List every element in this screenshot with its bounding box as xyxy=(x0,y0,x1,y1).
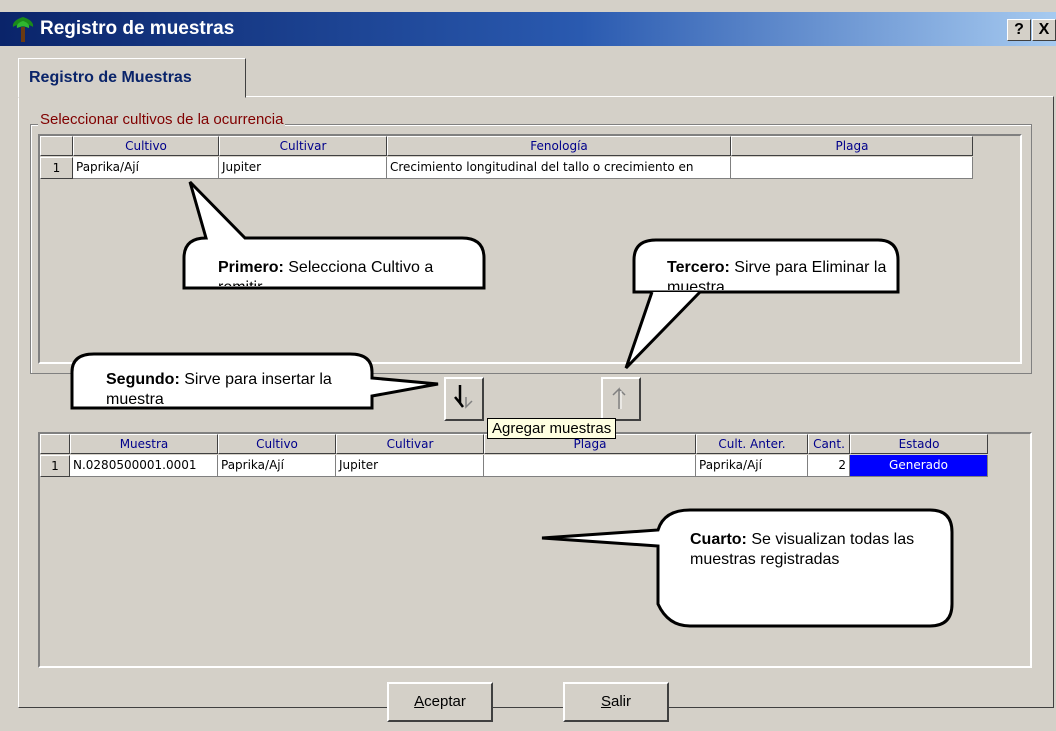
callout-tercero: Tercero: Sirve para Eliminar la muestra xyxy=(667,258,887,290)
cell-cultivo[interactable]: Paprika/Ají xyxy=(73,157,219,179)
tooltip: Agregar muestras xyxy=(487,418,617,439)
arrow-up-icon xyxy=(612,387,626,409)
close-button[interactable]: X xyxy=(1032,19,1056,41)
callout-segundo: Segundo: Sirve para insertar la muestra xyxy=(106,370,356,406)
group-label: Seleccionar cultivos de la ocurrencia xyxy=(38,111,286,128)
row-number: 1 xyxy=(40,157,73,179)
row-number: 1 xyxy=(40,455,70,477)
accept-mnemonic: A xyxy=(414,693,425,710)
exit-label: alir xyxy=(611,693,632,710)
callout-primero-title: Primero: xyxy=(218,259,284,276)
cell-cantidad[interactable]: 2 xyxy=(808,455,850,477)
header-cell[interactable]: Fenología xyxy=(387,136,731,156)
status-badge[interactable]: Generado xyxy=(850,455,988,477)
crop-grid-header: Cultivo Cultivar Fenología Plaga xyxy=(40,136,973,156)
cell-muestra[interactable]: N.0280500001.0001 xyxy=(70,455,218,477)
table-row[interactable]: 1 N.0280500001.0001 Paprika/Ají Jupiter … xyxy=(40,455,988,477)
accept-label: ceptar xyxy=(424,693,466,710)
remove-sample-button[interactable] xyxy=(601,377,641,421)
header-cell xyxy=(40,136,73,156)
cell-cultivar[interactable]: Jupiter xyxy=(219,157,387,179)
tab-registro-muestras[interactable]: Registro de Muestras xyxy=(18,58,246,98)
callout-cuarto-title: Cuarto: xyxy=(690,531,747,548)
exit-mnemonic: S xyxy=(600,693,611,710)
accept-button[interactable]: Aceptar xyxy=(387,682,493,722)
header-cell[interactable]: Muestra xyxy=(70,434,218,454)
exit-button[interactable]: Salir xyxy=(563,682,669,722)
help-button[interactable]: ? xyxy=(1007,19,1031,41)
cell-fenologia[interactable]: Crecimiento longitudinal del tallo o cre… xyxy=(387,157,731,179)
dialog-window: Registro de muestras ? X Registro de Mue… xyxy=(0,0,1056,731)
arrow-down-icon xyxy=(454,385,473,409)
add-sample-button[interactable] xyxy=(444,377,484,421)
header-cell[interactable]: Estado xyxy=(850,434,988,454)
callout-segundo-title: Segundo: xyxy=(106,371,180,388)
callout-cuarto: Cuarto: Se visualizan todas las muestras… xyxy=(690,530,920,602)
cell-cult-anter[interactable]: Paprika/Ají xyxy=(696,455,808,477)
title-bar[interactable]: Registro de muestras ? X xyxy=(0,12,1056,46)
header-cell[interactable]: Cult. Anter. xyxy=(696,434,808,454)
cell-cultivo[interactable]: Paprika/Ají xyxy=(218,455,336,477)
header-cell[interactable]: Cultivo xyxy=(218,434,336,454)
table-row[interactable]: 1 Paprika/Ají Jupiter Crecimiento longit… xyxy=(40,157,973,179)
cell-plaga[interactable] xyxy=(484,455,696,477)
header-cell[interactable]: Cultivar xyxy=(336,434,484,454)
callout-tercero-title: Tercero: xyxy=(667,259,730,276)
tab-label: Registro de Muestras xyxy=(29,69,192,86)
window-title: Registro de muestras xyxy=(40,18,235,39)
cell-plaga[interactable] xyxy=(731,157,973,179)
header-cell[interactable]: Cultivar xyxy=(219,136,387,156)
callout-primero: Primero: Selecciona Cultivo a remitir xyxy=(218,258,478,286)
tree-icon xyxy=(12,17,34,42)
header-cell[interactable]: Cultivo xyxy=(73,136,219,156)
cell-cultivar[interactable]: Jupiter xyxy=(336,455,484,477)
crop-grid[interactable]: Cultivo Cultivar Fenología Plaga 1 Papri… xyxy=(38,134,1022,364)
header-cell xyxy=(40,434,70,454)
header-cell[interactable]: Plaga xyxy=(731,136,973,156)
header-cell[interactable]: Cant. xyxy=(808,434,850,454)
